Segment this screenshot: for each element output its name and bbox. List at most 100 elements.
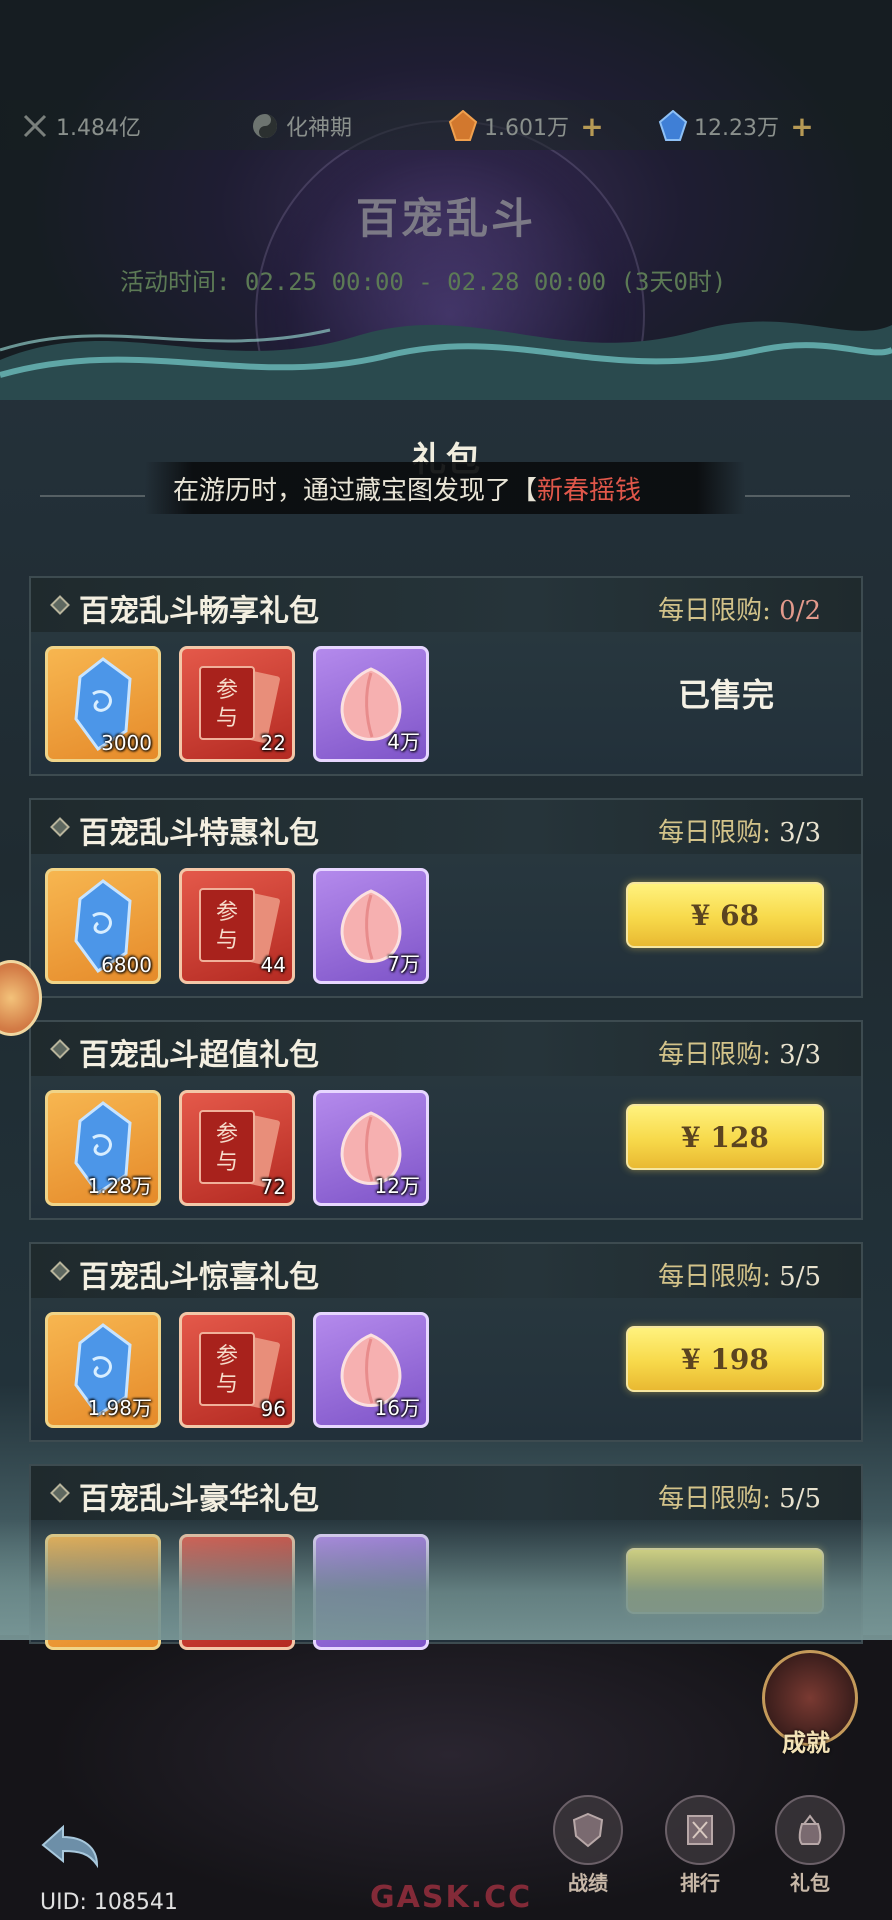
limit-count: 0/2 [779,596,821,626]
reward-item-ticket[interactable]: 参与 72 [179,1090,295,1206]
item-quantity: 1.28万 [87,1174,152,1198]
limit-count: 3/3 [779,1040,821,1070]
scroll-icon [665,1795,735,1865]
resource-bar: 1.484亿 化神期 1.601万 + 12.23万 + [0,100,892,150]
item-quantity: 12万 [374,1174,420,1198]
diamond-bullet-icon [50,817,70,837]
buy-button[interactable]: ¥ 198 [626,1326,824,1392]
ticket-char-1: 参 [216,900,238,925]
item-quantity: 72 [260,1175,286,1199]
reward-item-ticket[interactable]: 参与 22 [179,646,295,762]
reward-item-blue-gem[interactable]: 6800 [45,868,161,984]
gift-bag-icon [775,1795,845,1865]
gift-pack-card: 百宠乱斗超值礼包 每日限购: 3/3 1.28万 参与 72 12万 ¥ 128 [29,1020,863,1220]
yin-yang-icon [250,111,280,141]
limit-count: 5/5 [779,1484,821,1514]
panel-background [0,360,892,1640]
purchase-limit: 每日限购: 3/3 [658,812,821,849]
diamond-bullet-icon [50,1039,70,1059]
ticket-char-2: 与 [216,706,238,731]
nav-rank[interactable]: 排行 [660,1795,740,1895]
pack-name: 百宠乱斗豪华礼包 [79,1482,319,1517]
pack-header: 百宠乱斗超值礼包 每日限购: 3/3 [31,1022,861,1076]
reward-item-blue-gem[interactable]: 1.28万 [45,1090,161,1206]
pack-header: 百宠乱斗惊喜礼包 每日限购: 5/5 [31,1244,861,1298]
reward-item-blue-gem[interactable]: 3000 [45,646,161,762]
add-orange-currency-button[interactable]: + [579,110,605,143]
user-id: UID: 108541 [40,1890,178,1915]
shield-icon [553,1795,623,1865]
pack-header: 百宠乱斗豪华礼包 每日限购: 5/5 [31,1466,861,1520]
reward-item-blue-gem[interactable]: 1.98万 [45,1312,161,1428]
item-quantity: 22 [260,731,286,755]
pack-name: 百宠乱斗畅享礼包 [79,594,319,629]
buy-button[interactable]: ¥ 128 [626,1104,824,1170]
purchase-limit: 每日限购: 0/2 [658,590,821,627]
pack-name: 百宠乱斗特惠礼包 [79,816,319,851]
orange-currency-stat: 1.601万 + [448,110,605,143]
item-quantity: 7万 [387,952,420,976]
notification-toast: 在游历时，通过藏宝图发现了【 新春摇钱 [145,462,745,514]
diamond-bullet-icon [50,595,70,615]
power-value: 1.484亿 [56,116,141,141]
blue-crystal-icon [658,110,688,141]
ticket-char-2: 与 [216,1372,238,1397]
back-button[interactable] [35,1815,105,1875]
diamond-bullet-icon [50,1261,70,1281]
limit-label: 每日限购: [658,596,771,626]
blue-currency-value: 12.23万 [694,116,779,141]
item-quantity: 6800 [101,953,152,977]
reward-item-peach[interactable]: 12万 [313,1090,429,1206]
realm-value: 化神期 [286,116,353,141]
pack-name: 百宠乱斗惊喜礼包 [79,1260,319,1295]
gift-pack-card: 百宠乱斗特惠礼包 每日限购: 3/3 6800 参与 44 7万 ¥ 68 [29,798,863,998]
item-quantity: 16万 [374,1396,420,1420]
wave-decoration [0,321,892,400]
limit-label: 每日限购: [658,1040,771,1070]
nav-rank-label: 排行 [680,1871,720,1895]
limit-label: 每日限购: [658,1484,771,1514]
back-arrow-icon [41,1824,99,1869]
toast-highlight: 新春摇钱 [537,475,642,506]
event-title: 百宠乱斗 [355,194,536,243]
pack-header: 百宠乱斗畅享礼包 每日限购: 0/2 [31,578,861,632]
nav-gift[interactable]: 礼包 [770,1795,850,1895]
add-blue-currency-button[interactable]: + [789,110,815,143]
toast-text: 在游历时，通过藏宝图发现了【 [173,475,538,506]
ticket-char-2: 与 [216,928,238,953]
item-quantity: 44 [260,953,286,977]
crossed-swords-icon [20,111,50,141]
limit-count: 5/5 [779,1262,821,1292]
event-time: 活动时间: 02.25 00:00 - 02.28 00:00 (3天0时) [120,268,727,296]
reward-item-peach[interactable]: 4万 [313,646,429,762]
item-quantity: 4万 [387,730,420,754]
divider-left [40,495,145,497]
realm-stat: 化神期 [250,110,352,142]
gift-pack-card: 百宠乱斗惊喜礼包 每日限购: 5/5 1.98万 参与 96 16万 ¥ 198 [29,1242,863,1442]
reward-item-peach[interactable]: 16万 [313,1312,429,1428]
list-fade-overlay [0,1520,892,1640]
nav-gift-label: 礼包 [790,1871,830,1895]
limit-label: 每日限购: [658,1262,771,1292]
reward-item-peach[interactable]: 7万 [313,868,429,984]
ticket-char-1: 参 [216,1122,238,1147]
reward-item-ticket[interactable]: 参与 44 [179,868,295,984]
orange-currency-value: 1.601万 [484,116,569,141]
pack-name: 百宠乱斗超值礼包 [79,1038,319,1073]
ticket-char-1: 参 [216,678,238,703]
ticket-char-2: 与 [216,1150,238,1175]
site-watermark: GASK.CC [370,1880,533,1915]
buy-button[interactable]: ¥ 68 [626,882,824,948]
blue-currency-stat: 12.23万 + [658,110,815,143]
divider-right [745,495,850,497]
purchase-limit: 每日限购: 5/5 [658,1256,821,1293]
bottom-background [0,1635,892,1920]
limit-label: 每日限购: [658,818,771,848]
reward-item-ticket[interactable]: 参与 96 [179,1312,295,1428]
ticket-char-1: 参 [216,1344,238,1369]
purchase-limit: 每日限购: 5/5 [658,1478,821,1515]
nav-record[interactable]: 战绩 [548,1795,628,1895]
power-stat: 1.484亿 [20,110,141,142]
limit-count: 3/3 [779,818,821,848]
orange-crystal-icon [448,110,478,141]
